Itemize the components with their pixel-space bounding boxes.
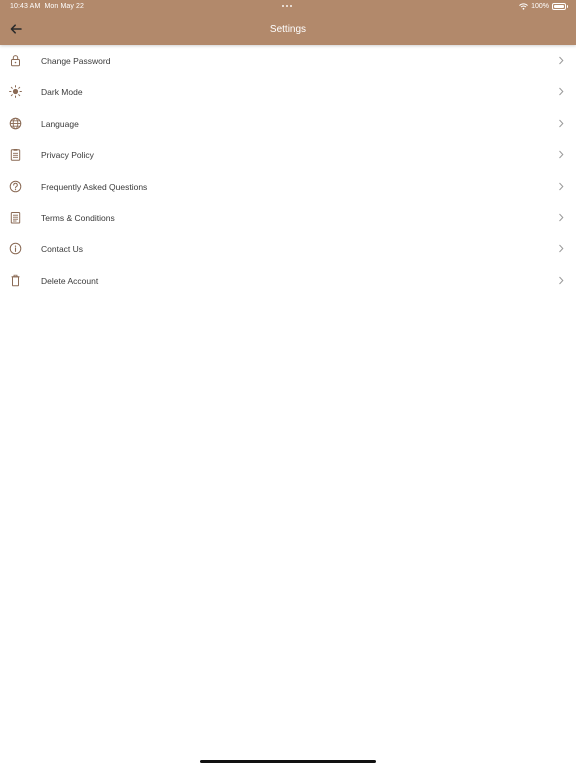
top-app-bar: 10:43 AM Mon May 22 100% Settings [0,0,576,45]
chevron-right-icon [559,56,564,65]
settings-item-label: Delete Account [41,275,99,286]
status-right: 100% [519,3,568,10]
status-time: 10:43 AM Mon May 22 [10,3,85,10]
settings-item-label: Change Password [41,56,111,66]
info-circle-icon [9,243,22,255]
chevron-right-icon [559,182,564,190]
settings-item-label: Contact Us [41,244,84,255]
chevron-right-icon [559,119,564,128]
settings-item-dark-mode[interactable]: Dark Mode [0,76,576,107]
page-title: Settings [269,24,307,35]
trash-icon [11,274,20,287]
sun-icon [9,85,22,99]
chevron-right-icon [559,245,564,253]
settings-item-change-password[interactable]: Change Password [0,45,576,76]
chevron-right-icon [559,150,564,159]
chevron-right-icon [559,213,564,222]
home-indicator[interactable] [200,760,376,763]
settings-item-privacy-policy[interactable]: Privacy Policy [0,139,576,170]
status-bar: 10:43 AM Mon May 22 100% [0,0,576,14]
settings-item-label: Terms & Conditions [41,212,115,223]
settings-item-contact-us[interactable]: Contact Us [0,233,576,264]
battery-level [554,5,564,8]
clipboard-icon [10,149,21,161]
chevron-right-icon [559,276,564,285]
settings-item-label: Dark Mode [41,87,83,98]
globe-icon [9,117,22,130]
battery-percent: 100% [531,3,549,10]
settings-list: Change Password Dark Mode Language Priva… [0,45,576,296]
settings-item-delete-account[interactable]: Delete Account [0,265,576,296]
settings-item-language[interactable]: Language [0,108,576,139]
settings-item-terms-conditions[interactable]: Terms & Conditions [0,202,576,233]
lock-icon [11,55,20,67]
settings-item-label: Privacy Policy [41,150,94,161]
settings-item-label: Frequently Asked Questions [41,181,148,192]
settings-item-label: Language [41,118,79,129]
chevron-right-icon [559,88,564,96]
document-icon [10,211,21,224]
wifi-icon [519,3,528,10]
multitasking-dots-icon[interactable] [282,5,292,7]
battery-icon [552,3,568,10]
question-circle-icon [9,180,22,192]
settings-item-faq[interactable]: Frequently Asked Questions [0,171,576,202]
